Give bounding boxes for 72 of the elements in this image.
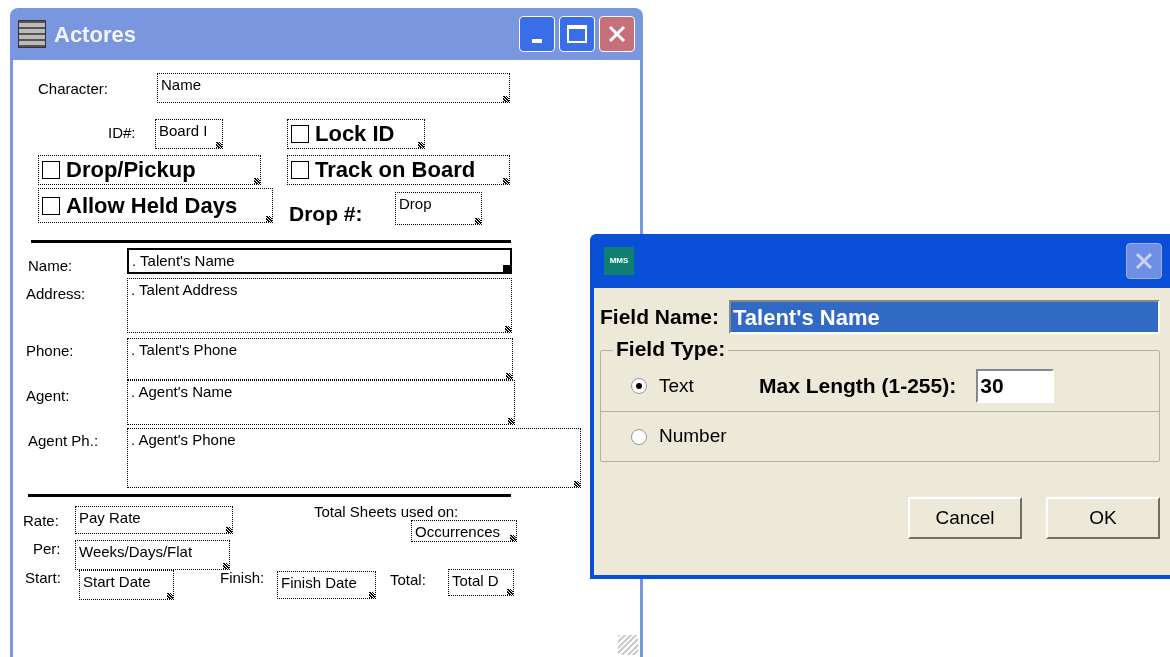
max-length-input[interactable]: 30 (976, 369, 1055, 403)
field-label: Start: (25, 568, 61, 588)
checkbox[interactable] (291, 161, 309, 179)
field-label: Address: (26, 284, 86, 304)
radio-option[interactable]: Number (631, 422, 751, 451)
app-logo: MMS (604, 247, 634, 275)
field-label: Phone: (26, 341, 74, 361)
dialog-button[interactable]: OK (1046, 497, 1160, 539)
form-field[interactable]: Board I (155, 119, 223, 149)
form-field[interactable]: Occurrences (411, 520, 517, 542)
resize-handle-icon (503, 178, 509, 184)
resize-handle-icon (508, 418, 514, 424)
field-name-input[interactable]: Talent's Name (729, 300, 1160, 334)
max-length-label: Max Length (1-255): (759, 373, 957, 400)
form-field[interactable]: Total D (448, 569, 514, 596)
form-field[interactable]: Pay Rate (75, 506, 233, 534)
field-label: Rate: (23, 511, 59, 531)
resize-handle-icon (226, 527, 232, 533)
resize-handle-icon (254, 178, 260, 184)
checkbox-field[interactable]: Drop/Pickup (38, 155, 261, 185)
checkbox[interactable] (291, 125, 309, 143)
maximize-button[interactable] (559, 16, 595, 52)
checkbox-label: Track on Board (315, 159, 476, 181)
form-field[interactable]: Drop (395, 192, 482, 225)
checkbox-field[interactable]: Track on Board (287, 155, 510, 185)
form-field[interactable]: . Talent Address (127, 278, 512, 333)
resize-grip-icon[interactable] (618, 635, 638, 655)
checkbox-field[interactable]: Allow Held Days (38, 188, 273, 223)
resize-handle-icon (216, 142, 222, 148)
resize-handle-icon (223, 563, 229, 569)
resize-handle-icon (505, 326, 511, 332)
field-label: Total Sheets used on: (314, 502, 459, 522)
minimize-button[interactable] (519, 16, 555, 52)
form-field[interactable]: Name (157, 73, 510, 103)
window-title: Actores (54, 20, 136, 49)
form-field[interactable]: . Agent's Name (127, 380, 515, 425)
field-name-label: Field Name: (600, 304, 720, 331)
resize-handle-icon (503, 96, 509, 102)
dialog-button[interactable]: Cancel (908, 497, 1022, 539)
form-field[interactable]: Finish Date (277, 571, 376, 599)
resize-handle-icon (369, 592, 375, 598)
selection-handle-icon[interactable] (503, 265, 510, 272)
resize-handle-icon (507, 589, 513, 595)
form-field[interactable]: Start Date (79, 570, 174, 600)
field-label: Total: (390, 570, 426, 590)
resize-handle-icon (266, 216, 272, 222)
resize-handle-icon (167, 593, 173, 599)
checkbox-label: Drop/Pickup (66, 159, 196, 181)
form-field[interactable]: Weeks/Days/Flat (75, 540, 230, 570)
field-label: Finish: (220, 568, 265, 588)
field-label: Per: (33, 539, 61, 559)
field-label: ID#: (108, 123, 136, 143)
form-field[interactable]: . Talent's Phone (127, 338, 513, 380)
field-label: Name: (28, 256, 73, 276)
radio-option[interactable]: Text (631, 371, 751, 401)
checkbox-label: Allow Held Days (66, 194, 238, 217)
field-label: Drop #: (289, 201, 363, 227)
field-label: Agent Ph.: (28, 431, 99, 451)
form-field[interactable]: . Talent's Name (127, 248, 512, 274)
field-label: Character: (38, 79, 109, 99)
checkbox[interactable] (42, 196, 60, 215)
grid-icon (18, 20, 46, 48)
checkbox-label: Lock ID (315, 123, 395, 145)
form-field[interactable]: . Agent's Phone (127, 428, 581, 488)
checkbox-field[interactable]: Lock ID (287, 119, 425, 149)
field-label: Agent: (26, 386, 70, 406)
resize-handle-icon (510, 535, 516, 541)
checkbox[interactable] (42, 161, 60, 179)
resize-handle-icon (418, 142, 424, 148)
resize-handle-icon (506, 373, 512, 379)
resize-handle-icon (574, 481, 580, 487)
resize-handle-icon (475, 218, 481, 224)
